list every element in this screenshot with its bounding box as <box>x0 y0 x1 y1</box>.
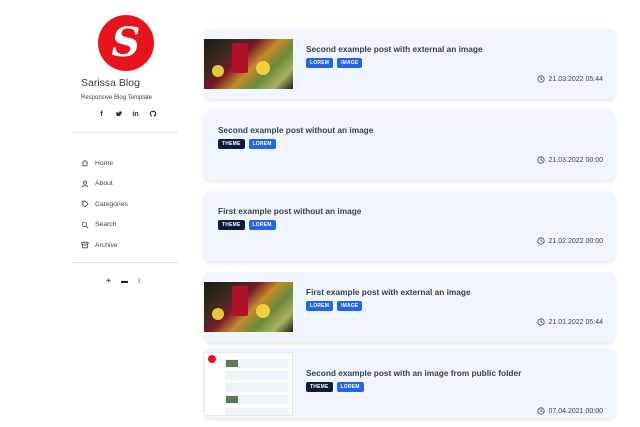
theme-switcher: ☀ ▬ ☾ <box>105 278 144 286</box>
sun-icon[interactable]: ☀ <box>105 278 112 286</box>
tag-image[interactable]: IMAGE <box>337 301 363 311</box>
post-date: 21.03.2022 05:44 <box>536 75 604 83</box>
post-tags: LOREM IMAGE <box>306 301 363 311</box>
clock-icon <box>536 156 545 164</box>
sidebar-divider-bottom <box>72 262 178 263</box>
tag-lorem[interactable]: LOREM <box>248 139 276 149</box>
post-card[interactable]: Second example post with an image from p… <box>204 348 615 418</box>
tag-lorem[interactable]: LOREM <box>336 382 364 392</box>
post-date-text: 21.03.2022 00:00 <box>548 156 604 164</box>
sidebar: S Sarissa Blog Responsive Blog Template … <box>72 0 178 427</box>
tag-theme[interactable]: THEME <box>306 382 333 392</box>
post-date-text: 07.04.2021 00:00 <box>548 407 604 415</box>
nav-label-categories: Categories <box>95 200 128 208</box>
post-title[interactable]: First example post without an image <box>218 206 361 216</box>
post-date-text: 21.03.2022 05:44 <box>548 75 604 83</box>
blog-subtitle: Responsive Blog Template <box>81 95 152 101</box>
post-tags: THEME LOREM <box>306 382 364 392</box>
archive-icon <box>80 241 89 250</box>
nav-label-home: Home <box>95 159 114 167</box>
tag-icon <box>80 200 89 209</box>
clock-icon <box>536 75 545 83</box>
blog-logo[interactable]: S <box>98 15 154 71</box>
nav-item-archive[interactable]: Archive <box>80 235 128 256</box>
nav-label-about: About <box>95 180 113 188</box>
nav-item-home[interactable]: Home <box>80 153 128 174</box>
twitter-icon[interactable] <box>114 110 123 120</box>
facebook-icon[interactable]: f <box>97 110 106 120</box>
post-tags: THEME LOREM <box>218 220 276 230</box>
post-thumbnail[interactable] <box>204 352 293 416</box>
tag-image[interactable]: IMAGE <box>337 58 363 68</box>
post-title[interactable]: Second example post without an image <box>218 125 373 135</box>
post-tags: THEME LOREM <box>218 139 276 149</box>
home-icon <box>80 159 89 168</box>
user-icon <box>80 179 89 188</box>
search-icon <box>80 220 89 229</box>
logo-letter: S <box>111 19 141 66</box>
clock-icon <box>536 318 545 326</box>
post-date: 21.03.2022 00:00 <box>536 156 604 164</box>
post-thumbnail[interactable] <box>204 282 293 332</box>
nav-item-categories[interactable]: Categories <box>80 194 128 215</box>
nav-item-search[interactable]: Search <box>80 215 128 236</box>
post-title[interactable]: First example post with external an imag… <box>306 287 471 297</box>
post-date: 21.02.2022 00:00 <box>536 237 604 245</box>
post-card[interactable]: Second example post with external an ima… <box>204 29 615 99</box>
tag-lorem[interactable]: LOREM <box>248 220 276 230</box>
post-thumbnail[interactable] <box>204 39 293 89</box>
moon-icon[interactable]: ☾ <box>137 278 144 286</box>
github-icon[interactable] <box>148 110 157 120</box>
post-date: 07.04.2021 00:00 <box>536 407 604 415</box>
post-title[interactable]: Second example post with an image from p… <box>306 368 521 378</box>
sidebar-divider-top <box>72 132 178 133</box>
post-card[interactable]: First example post with external an imag… <box>204 272 615 342</box>
clock-icon <box>536 407 545 415</box>
social-links: f in <box>97 110 157 120</box>
tag-theme[interactable]: THEME <box>218 220 245 230</box>
clock-icon <box>536 237 545 245</box>
linkedin-icon[interactable]: in <box>131 110 140 120</box>
tag-lorem[interactable]: LOREM <box>306 58 334 68</box>
post-date-text: 21.01.2022 05:44 <box>548 318 604 326</box>
nav-item-about[interactable]: About <box>80 174 128 195</box>
laptop-icon[interactable]: ▬ <box>121 278 128 286</box>
nav-label-search: Search <box>95 221 117 229</box>
post-tags: LOREM IMAGE <box>306 58 363 68</box>
post-date-text: 21.02.2022 00:00 <box>548 237 604 245</box>
sidebar-nav: Home About Categories Search Archive <box>80 153 128 256</box>
tag-lorem[interactable]: LOREM <box>306 301 334 311</box>
nav-label-archive: Archive <box>95 241 118 249</box>
post-card[interactable]: First example post without an image THEM… <box>204 191 615 261</box>
blog-title[interactable]: Sarissa Blog <box>81 77 140 89</box>
tag-theme[interactable]: THEME <box>218 139 245 149</box>
post-title[interactable]: Second example post with external an ima… <box>306 44 483 54</box>
post-date: 21.01.2022 05:44 <box>536 318 604 326</box>
post-card[interactable]: Second example post without an image THE… <box>204 110 615 180</box>
